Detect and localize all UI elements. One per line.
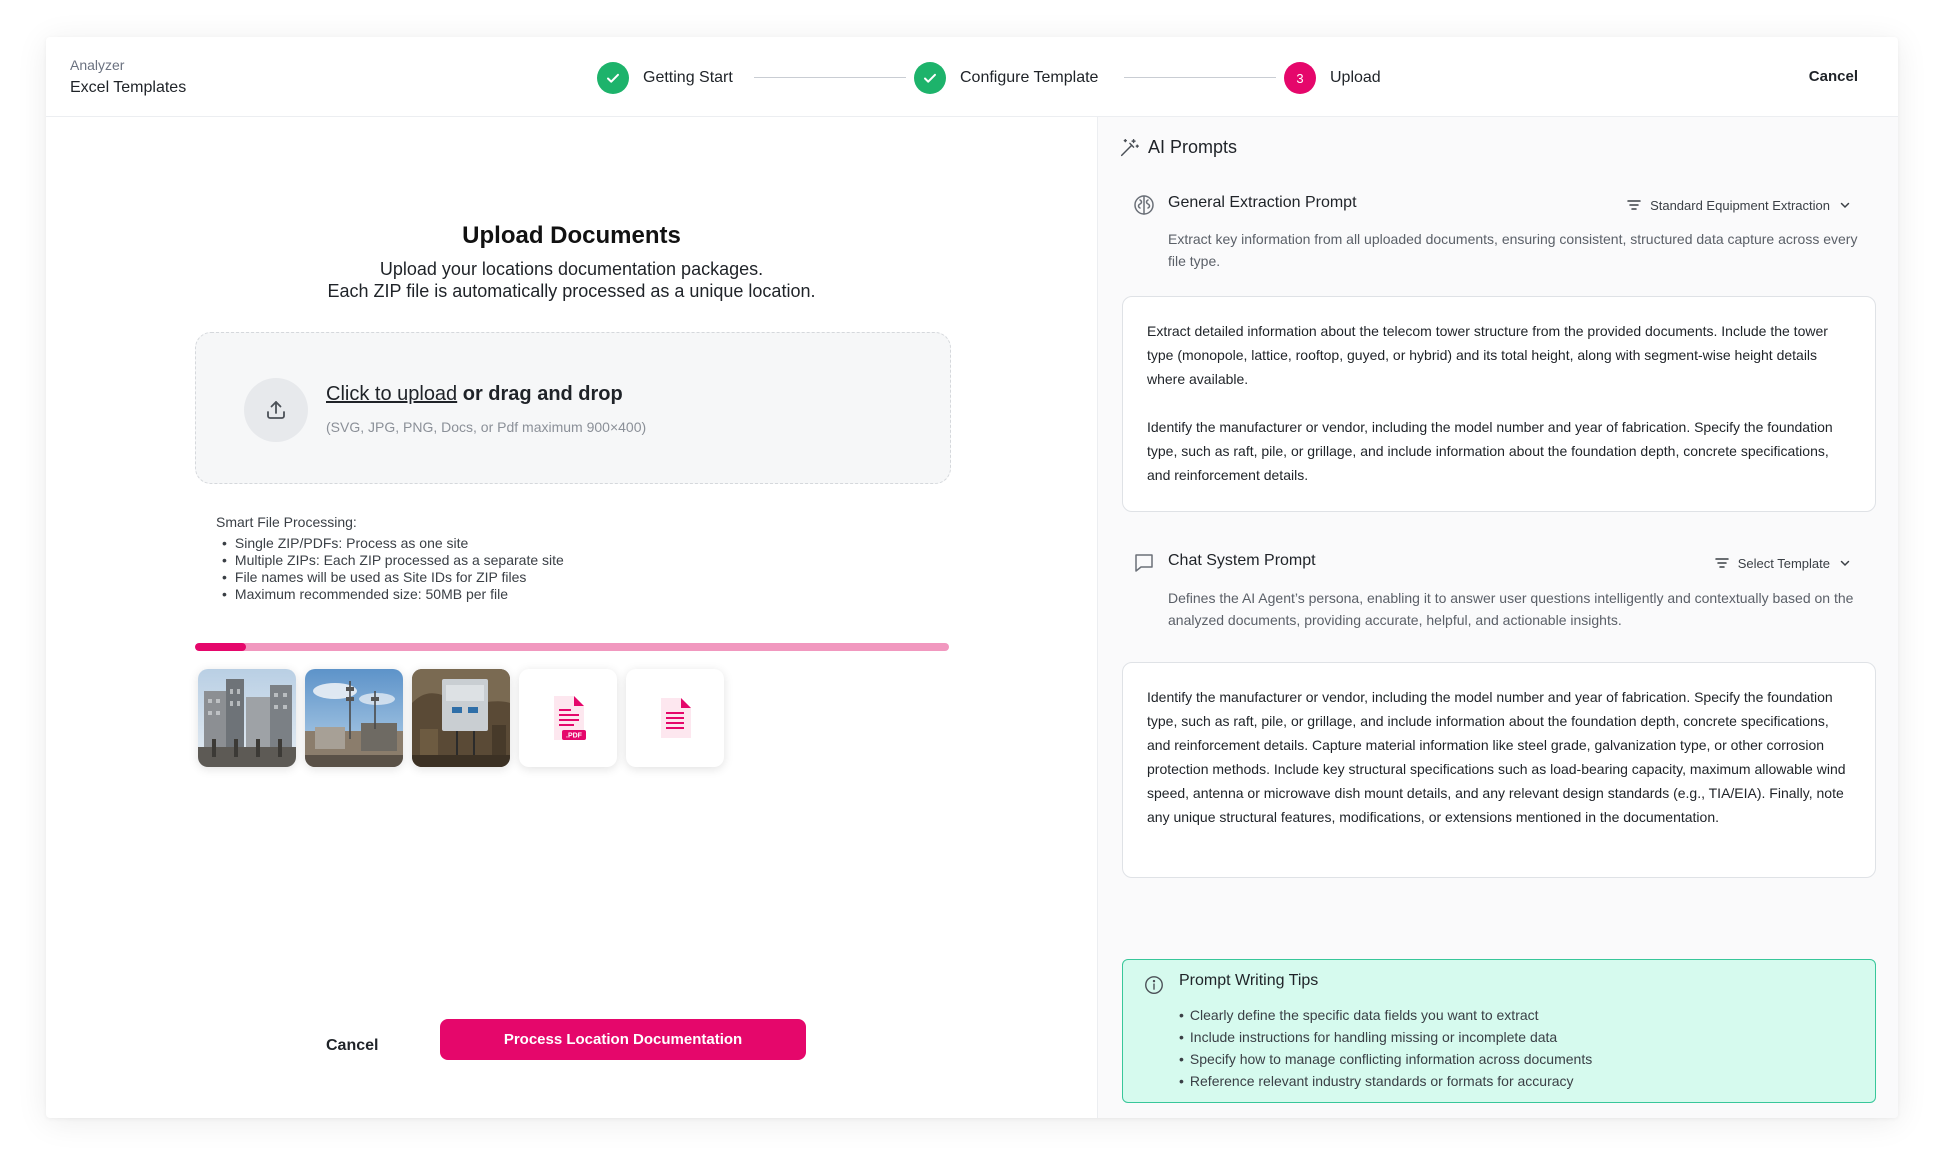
prompt-paragraph: Extract detailed information about the t… (1147, 323, 1828, 387)
step-connector (754, 77, 906, 78)
step-label: Upload (1330, 69, 1381, 86)
chat-prompt-description: Defines the AI Agent’s persona, enabling… (1168, 590, 1854, 628)
general-template-select[interactable]: Standard Equipment Extraction (1626, 197, 1852, 213)
filter-icon (1714, 558, 1729, 568)
subtitle-line: Upload your locations documentation pack… (379, 259, 764, 279)
upload-subtitle: Upload your locations documentation pack… (46, 258, 1097, 302)
list-item: Include instructions for handling missin… (1179, 1026, 1592, 1048)
upload-icon (244, 378, 308, 442)
ai-prompts-title: AI Prompts (1148, 137, 1238, 157)
chat-bubble-icon (1135, 554, 1153, 572)
step-number: 3 (1284, 62, 1316, 94)
main-card: Analyzer Excel Templates Getting Start C… (46, 37, 1898, 1118)
upload-title: Upload Documents (462, 222, 681, 249)
building-photo (198, 669, 296, 767)
tips-title: Prompt Writing Tips (1179, 972, 1319, 989)
general-prompt-textarea[interactable]: Extract detailed information about the t… (1122, 296, 1876, 512)
magic-wand-icon (1120, 139, 1139, 157)
general-prompt-description: Extract key information from all uploade… (1168, 231, 1858, 269)
ai-prompts-panel: AI Prompts General Extraction Prompt Sta… (1097, 117, 1898, 1118)
file-thumbnail-building[interactable] (198, 669, 296, 767)
list-item: File names will be used as Site IDs for … (222, 569, 564, 586)
doc-file-icon (661, 698, 691, 738)
chat-template-select[interactable]: Select Template (1714, 555, 1852, 571)
chat-prompt-title: Chat System Prompt (1168, 552, 1316, 569)
general-prompt-title: General Extraction Prompt (1168, 194, 1357, 211)
chat-prompt-textarea[interactable]: Identify the manufacturer or vendor, inc… (1122, 662, 1876, 878)
brain-icon (1134, 195, 1154, 215)
prompt-tips-box: Prompt Writing Tips Clearly define the s… (1122, 959, 1876, 1103)
chevron-down-icon (1840, 202, 1850, 209)
page-title: Excel Templates (70, 79, 187, 96)
progress-fill (195, 643, 246, 651)
cancel-upload-button[interactable]: Cancel (326, 1037, 378, 1055)
step-configure-template[interactable]: Configure Template (914, 61, 1098, 95)
select-value: Select Template (1737, 555, 1830, 571)
check-icon (914, 62, 946, 94)
smart-processing-title: Smart File Processing: (216, 514, 357, 530)
filter-icon (1627, 200, 1641, 210)
equipment-photo (412, 669, 510, 767)
chevron-down-icon (1840, 560, 1850, 567)
list-item: Reference relevant industry standards or… (1179, 1070, 1592, 1092)
file-thumbnail-pdf[interactable]: .PDF (519, 669, 617, 767)
tips-list: Clearly define the specific data fields … (1179, 1004, 1592, 1092)
breadcrumb-parent[interactable]: Analyzer (70, 57, 124, 73)
click-to-upload-link[interactable]: Click to upload (326, 383, 457, 405)
step-label: Configure Template (960, 69, 1099, 86)
cancel-button[interactable]: Cancel (1809, 68, 1858, 85)
info-icon (1145, 976, 1163, 994)
step-connector (1124, 77, 1276, 78)
pdf-badge: .PDF (566, 733, 583, 740)
wizard-header: Analyzer Excel Templates Getting Start C… (46, 37, 1898, 117)
step-getting-start[interactable]: Getting Start (597, 61, 733, 95)
file-type-hint: (SVG, JPG, PNG, Docs, or Pdf maximum 900… (326, 419, 647, 435)
check-icon (597, 62, 629, 94)
tower-photo (305, 669, 403, 767)
subtitle-line: Each ZIP file is automatically processed… (327, 281, 816, 301)
prompt-paragraph: Identify the manufacturer or vendor, inc… (1147, 689, 1846, 825)
list-item: Clearly define the specific data fields … (1179, 1004, 1592, 1026)
prompt-paragraph: Identify the manufacturer or vendor, inc… (1147, 419, 1833, 483)
list-item: Specify how to manage conflicting inform… (1179, 1048, 1592, 1070)
list-item: Single ZIP/PDFs: Process as one site (222, 535, 564, 552)
file-thumbnail-doc[interactable] (626, 669, 724, 767)
step-upload[interactable]: 3 Upload (1284, 61, 1381, 95)
upload-progress-bar (195, 643, 949, 651)
upload-panel: Upload Documents Upload your locations d… (46, 117, 1097, 1118)
file-thumbnail-equipment[interactable] (412, 669, 510, 767)
step-label: Getting Start (643, 69, 733, 86)
drop-text-rest: or drag and drop (457, 383, 623, 405)
process-location-button[interactable]: Process Location Documentation (440, 1019, 806, 1060)
list-item: Multiple ZIPs: Each ZIP processed as a s… (222, 552, 564, 569)
pdf-file-icon: .PDF (554, 696, 586, 740)
select-value: Standard Equipment Extraction (1650, 197, 1830, 213)
list-item: Maximum recommended size: 50MB per file (222, 586, 564, 603)
smart-processing-list: Single ZIP/PDFs: Process as one site Mul… (222, 535, 564, 603)
drop-text: Click to upload or drag and drop (326, 383, 623, 406)
file-dropzone[interactable]: Click to upload or drag and drop (SVG, J… (195, 332, 951, 484)
file-thumbnail-tower[interactable] (305, 669, 403, 767)
